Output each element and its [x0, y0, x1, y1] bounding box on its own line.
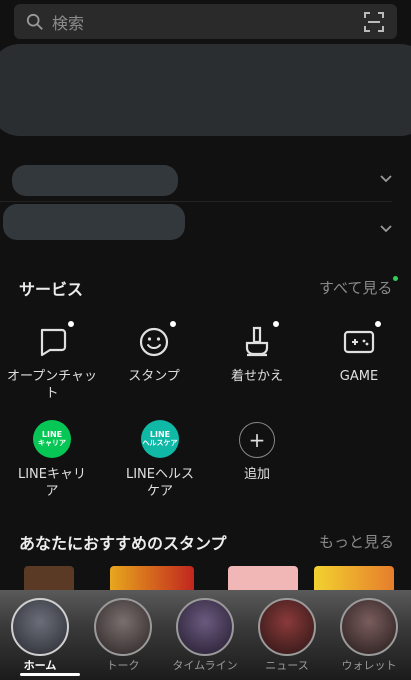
service-label: スタンプ [128, 369, 180, 384]
service-line-career[interactable]: LINE キャリア LINEキャリア [2, 420, 102, 500]
service-game[interactable]: GAME [309, 321, 409, 385]
badge-dot [375, 321, 381, 327]
avatar [258, 598, 316, 656]
service-label: GAME [339, 369, 379, 384]
nav-home[interactable]: ホーム [5, 598, 75, 673]
avatar [340, 598, 398, 656]
stickers-more-link[interactable]: もっと見る [319, 531, 394, 552]
services-see-all-link[interactable]: すべて見る [319, 277, 392, 298]
nav-news[interactable]: ニュース [252, 598, 322, 673]
avatar [176, 598, 234, 656]
service-add[interactable]: + 追加 [207, 422, 307, 483]
service-label: LINEヘルスケア [125, 467, 194, 499]
nav-label: タイムライン [172, 659, 238, 672]
search-bar[interactable]: 検索 [14, 4, 397, 39]
badge-dot [273, 321, 279, 327]
service-line-healthcare[interactable]: LINE ヘルスケア LINEヘルスケア [110, 420, 210, 500]
nav-wallet[interactable]: ウォレット [334, 598, 404, 673]
nav-label: トーク [106, 659, 140, 672]
active-indicator [20, 673, 80, 676]
service-label: LINEキャリア [17, 467, 86, 499]
divider [0, 201, 392, 202]
avatar [11, 598, 69, 656]
redacted-row-1[interactable] [12, 165, 178, 196]
open-chat-icon [40, 328, 67, 357]
nav-label: ウォレット [341, 659, 397, 672]
stickers-title: あなたにおすすめのスタンプ [19, 534, 227, 553]
nav-timeline[interactable]: タイムライン [170, 598, 240, 673]
game-controller-icon [343, 330, 375, 354]
new-indicator-dot [393, 276, 398, 281]
service-theme[interactable]: 着せかえ [207, 321, 307, 385]
search-input[interactable]: 検索 [52, 10, 363, 34]
add-icon: + [239, 422, 275, 458]
avatar [94, 598, 152, 656]
nav-label: ホーム [23, 659, 57, 672]
nav-talk[interactable]: トーク [88, 598, 158, 673]
service-open-chat[interactable]: オープンチャット [2, 321, 102, 402]
line-healthcare-icon: LINE ヘルスケア [141, 420, 179, 458]
chevron-down-icon[interactable] [378, 221, 394, 237]
redacted-row-2[interactable] [3, 204, 185, 240]
nav-label: ニュース [265, 659, 309, 672]
service-label: 追加 [243, 467, 270, 482]
profile-card[interactable] [0, 44, 411, 136]
service-stamp[interactable]: スタンプ [104, 321, 204, 385]
chevron-down-icon[interactable] [378, 171, 394, 187]
line-career-icon: LINE キャリア [33, 420, 71, 458]
search-icon [26, 13, 43, 30]
badge-dot [68, 321, 74, 327]
qr-scan-icon[interactable] [363, 11, 385, 33]
service-label: オープンチャット [6, 369, 98, 401]
services-title: サービス [19, 280, 84, 299]
brush-icon [245, 326, 269, 357]
service-label: 着せかえ [230, 369, 283, 384]
smiley-icon [139, 327, 169, 357]
badge-dot [170, 321, 176, 327]
